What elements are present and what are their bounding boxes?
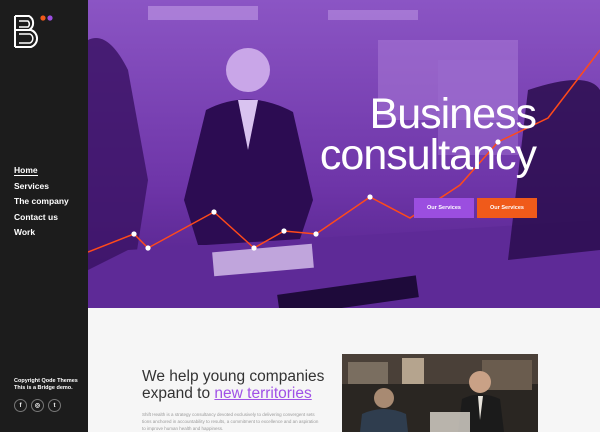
hero-title-line: consultancy bbox=[319, 131, 537, 179]
twitter-icon[interactable]: t bbox=[48, 399, 61, 412]
sidebar: Home Services The company Contact us Wor… bbox=[0, 0, 88, 432]
our-services-button-orange[interactable]: Our Services bbox=[477, 198, 537, 218]
nav-item-work[interactable]: Work bbox=[14, 225, 69, 241]
hero-banner: Business consultancy Our Services Our Se… bbox=[88, 0, 600, 308]
new-territories-link[interactable]: new territories bbox=[214, 385, 311, 402]
intro-body-line: Shift Health is a strategy consultancy d… bbox=[142, 412, 315, 417]
our-services-button[interactable]: Our Services bbox=[414, 198, 474, 218]
copyright-line: Copyright Qode Themes bbox=[14, 378, 78, 384]
social-links: f ◎ t bbox=[14, 399, 61, 412]
intro-section: We help young companies expand to new te… bbox=[88, 308, 600, 432]
copyright-line: This is a Bridge demo. bbox=[14, 385, 73, 391]
intro-heading-line: expand to new territories bbox=[142, 385, 324, 402]
main-nav: Home Services The company Contact us Wor… bbox=[14, 163, 69, 241]
intro-heading-prefix: expand to bbox=[142, 385, 215, 402]
bridge-b-logo-icon[interactable] bbox=[13, 13, 53, 49]
hero-title: Business consultancy bbox=[319, 90, 537, 179]
intro-body: Shift Health is a strategy consultancy d… bbox=[142, 411, 328, 432]
nav-item-the-company[interactable]: The company bbox=[14, 194, 69, 210]
intro-heading-line: We help young companies bbox=[142, 368, 325, 385]
facebook-icon[interactable]: f bbox=[14, 399, 27, 412]
intro-body-line: tions anchored in accountability to resu… bbox=[142, 419, 319, 424]
nav-item-contact-us[interactable]: Contact us bbox=[14, 210, 69, 226]
nav-item-home[interactable]: Home bbox=[14, 163, 69, 179]
nav-item-services[interactable]: Services bbox=[14, 179, 69, 195]
copyright: Copyright Qode Themes This is a Bridge d… bbox=[14, 378, 78, 392]
hero-title-line: Business bbox=[369, 90, 537, 138]
instagram-icon[interactable]: ◎ bbox=[31, 399, 44, 412]
intro-heading: We help young companies expand to new te… bbox=[142, 368, 324, 402]
team-meeting-photo bbox=[342, 354, 538, 432]
intro-body-line: to improve human health and happiness. bbox=[142, 426, 224, 431]
